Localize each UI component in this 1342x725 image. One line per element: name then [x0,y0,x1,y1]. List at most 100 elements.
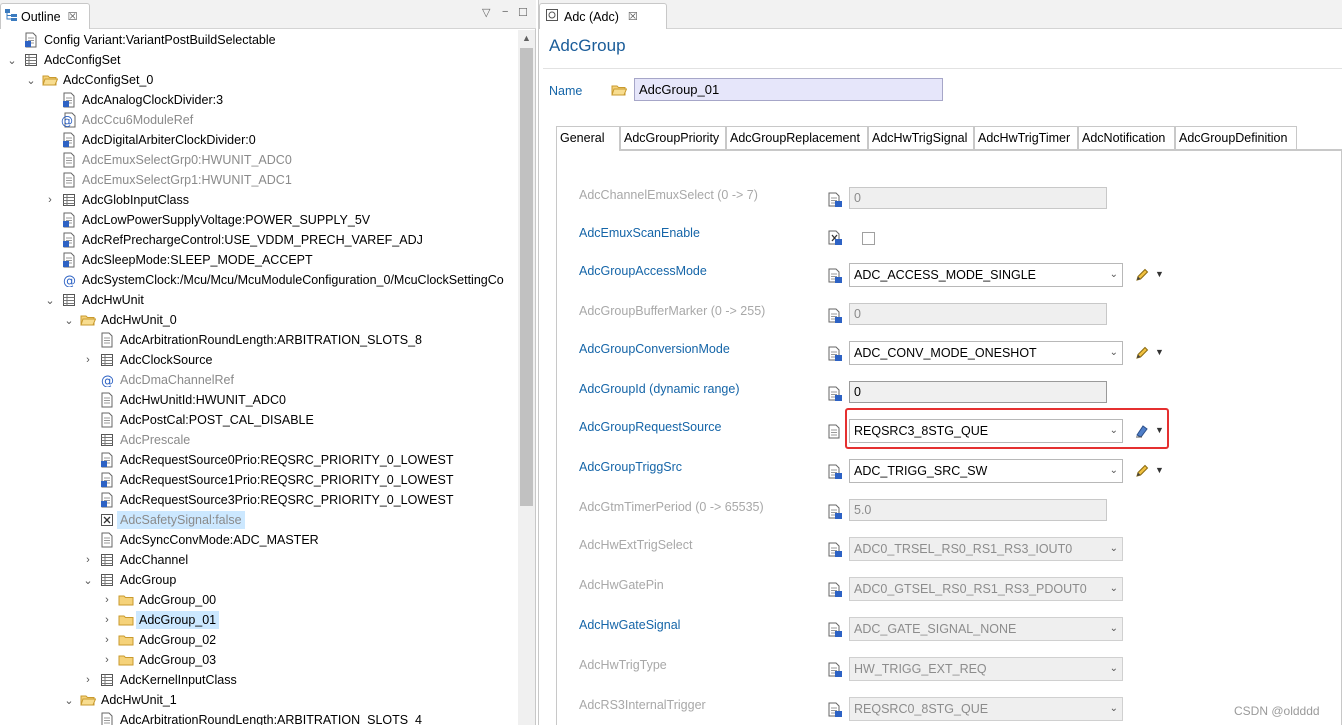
name-field[interactable]: AdcGroup_01 [634,78,943,101]
tree-item[interactable]: ⌄ AdcConfigSet_0 [0,70,518,90]
param-dropdown[interactable]: ADC_CONV_MODE_ONESHOT ⌄ [849,341,1123,365]
edit-pencil-icon[interactable] [1134,345,1150,361]
param-config-icon[interactable] [827,346,843,362]
chevron-down-icon[interactable]: ⌄ [1110,269,1118,280]
maximize-icon[interactable]: ☐ [518,6,528,19]
param-value-field[interactable]: 0 [849,381,1107,403]
scroll-up-icon[interactable]: ▲ [518,30,535,46]
tree-item[interactable]: ⌄ AdcHwUnit_1 [0,690,518,710]
param-dropdown[interactable]: ADC0_GTSEL_RS0_RS1_RS3_PDOUT0 ⌄ [849,577,1123,601]
chevron-down-icon[interactable]: ⌄ [1110,623,1118,634]
tree-item[interactable]: AdcHwUnitId:HWUNIT_ADC0 [0,390,518,410]
minimize-icon[interactable]: − [502,6,508,18]
param-dropdown[interactable]: ADC_GATE_SIGNAL_NONE ⌄ [849,617,1123,641]
scrollbar-thumb[interactable] [520,48,533,506]
expand-chevron-icon[interactable]: › [82,354,94,366]
tree-item[interactable]: › AdcGroup_03 [0,650,518,670]
tree-item[interactable]: AdcPostCal:POST_CAL_DISABLE [0,410,518,430]
param-config-icon[interactable] [827,622,843,638]
param-dropdown[interactable]: ADC_TRIGG_SRC_SW ⌄ [849,459,1123,483]
tab-adcgroupreplacement[interactable]: AdcGroupReplacement [726,126,868,150]
outline-scrollbar[interactable]: ▲ [518,30,535,725]
tree-item[interactable]: › AdcKernelInputClass [0,670,518,690]
tab-adchwtrigsignal[interactable]: AdcHwTrigSignal [868,126,974,150]
tree-item[interactable]: Config Variant:VariantPostBuildSelectabl… [0,30,518,50]
tree-item[interactable]: AdcArbitrationRoundLength:ARBITRATION_SL… [0,710,518,725]
chevron-down-icon[interactable]: ⌄ [1110,347,1118,358]
tree-item[interactable]: AdcEmuxSelectGrp1:HWUNIT_ADC1 [0,170,518,190]
edit-menu-dropdown-icon[interactable]: ▼ [1155,347,1164,357]
edit-pencil-icon[interactable] [1134,463,1150,479]
tree-item[interactable]: AdcEmuxSelectGrp0:HWUNIT_ADC0 [0,150,518,170]
tree-item[interactable]: › AdcGlobInputClass [0,190,518,210]
tab-adchwtrigtimer[interactable]: AdcHwTrigTimer [974,126,1078,150]
tab-adcgrouppriority[interactable]: AdcGroupPriority [620,126,726,150]
param-dropdown[interactable]: ADC_ACCESS_MODE_SINGLE ⌄ [849,263,1123,287]
collapse-chevron-icon[interactable]: ⌄ [82,574,94,587]
param-config-icon[interactable] [827,464,843,480]
param-config-icon[interactable] [827,504,843,520]
edit-pencil-icon[interactable] [1134,267,1150,283]
collapse-chevron-icon[interactable]: ⌄ [63,694,75,707]
tree-item[interactable]: AdcDigitalArbiterClockDivider:0 [0,130,518,150]
expand-chevron-icon[interactable]: › [82,674,94,686]
editor-tab-adc[interactable]: Adc (Adc) ☒ [539,3,667,29]
close-icon[interactable]: ☒ [628,10,638,23]
chevron-down-icon[interactable]: ⌄ [1110,663,1118,674]
tree-item[interactable]: AdcRefPrechargeControl:USE_VDDM_PRECH_VA… [0,230,518,250]
param-config-icon[interactable] [827,702,843,718]
tab-adcgroupdefinition[interactable]: AdcGroupDefinition [1175,126,1297,150]
param-config-icon[interactable] [827,192,843,208]
expand-chevron-icon[interactable]: › [101,614,113,626]
tree-item[interactable]: AdcRequestSource0Prio:REQSRC_PRIORITY_0_… [0,450,518,470]
tree-item[interactable]: AdcSleepMode:SLEEP_MODE_ACCEPT [0,250,518,270]
param-value-field[interactable]: 0 [849,303,1107,325]
param-value-field[interactable]: 5.0 [849,499,1107,521]
tree-item[interactable]: @ AdcSystemClock:/Mcu/Mcu/McuModuleConfig… [0,270,518,290]
param-config-icon[interactable] [827,268,843,284]
tree-item[interactable]: ⌄ AdcConfigSet [0,50,518,70]
tree-item[interactable]: › AdcChannel [0,550,518,570]
param-checkbox[interactable] [862,232,875,245]
chevron-down-icon[interactable]: ⌄ [1110,703,1118,714]
tree-item[interactable]: AdcRequestSource1Prio:REQSRC_PRIORITY_0_… [0,470,518,490]
collapse-chevron-icon[interactable]: ⌄ [44,294,56,307]
expand-chevron-icon[interactable]: › [101,594,113,606]
expand-chevron-icon[interactable]: › [44,194,56,206]
tree-item[interactable]: ⌄ AdcHwUnit_0 [0,310,518,330]
tree-item[interactable]: AdcRequestSource3Prio:REQSRC_PRIORITY_0_… [0,490,518,510]
tab-general[interactable]: General [556,126,620,151]
tab-adcnotification[interactable]: AdcNotification [1078,126,1175,150]
expand-chevron-icon[interactable]: › [101,634,113,646]
tree-item[interactable]: AdcSafetySignal:false [0,510,518,530]
tree-item[interactable]: › AdcClockSource [0,350,518,370]
tree-item[interactable]: ⌄ AdcGroup [0,570,518,590]
param-config-icon[interactable] [827,386,843,402]
tree-item[interactable]: › AdcGroup_02 [0,630,518,650]
edit-menu-dropdown-icon[interactable]: ▼ [1155,269,1164,279]
param-config-icon[interactable] [827,230,843,246]
param-dropdown[interactable]: HW_TRIGG_EXT_REQ ⌄ [849,657,1123,681]
param-config-icon[interactable] [827,424,843,440]
collapse-chevron-icon[interactable]: ⌄ [25,74,37,87]
edit-menu-dropdown-icon[interactable]: ▼ [1155,465,1164,475]
param-dropdown[interactable]: ADC0_TRSEL_RS0_RS1_RS3_IOUT0 ⌄ [849,537,1123,561]
view-menu-icon[interactable]: ▽ [482,6,490,19]
chevron-down-icon[interactable]: ⌄ [1110,465,1118,476]
expand-chevron-icon[interactable]: › [101,654,113,666]
param-dropdown[interactable]: REQSRC0_8STG_QUE ⌄ [849,697,1123,721]
chevron-down-icon[interactable]: ⌄ [1110,583,1118,594]
tree-item[interactable]: › AdcGroup_01 [0,610,518,630]
param-config-icon[interactable] [827,542,843,558]
tree-item[interactable]: ⌄ AdcHwUnit [0,290,518,310]
tree-item[interactable]: AdcSyncConvMode:ADC_MASTER [0,530,518,550]
collapse-chevron-icon[interactable]: ⌄ [63,314,75,327]
tree-item[interactable]: AdcLowPowerSupplyVoltage:POWER_SUPPLY_5V [0,210,518,230]
param-value-field[interactable]: 0 [849,187,1107,209]
param-config-icon[interactable] [827,308,843,324]
tree-item[interactable]: AdcAnalogClockDivider:3 [0,90,518,110]
param-config-icon[interactable] [827,662,843,678]
expand-chevron-icon[interactable]: › [82,554,94,566]
collapse-chevron-icon[interactable]: ⌄ [6,54,18,67]
tree-item[interactable]: › AdcGroup_00 [0,590,518,610]
